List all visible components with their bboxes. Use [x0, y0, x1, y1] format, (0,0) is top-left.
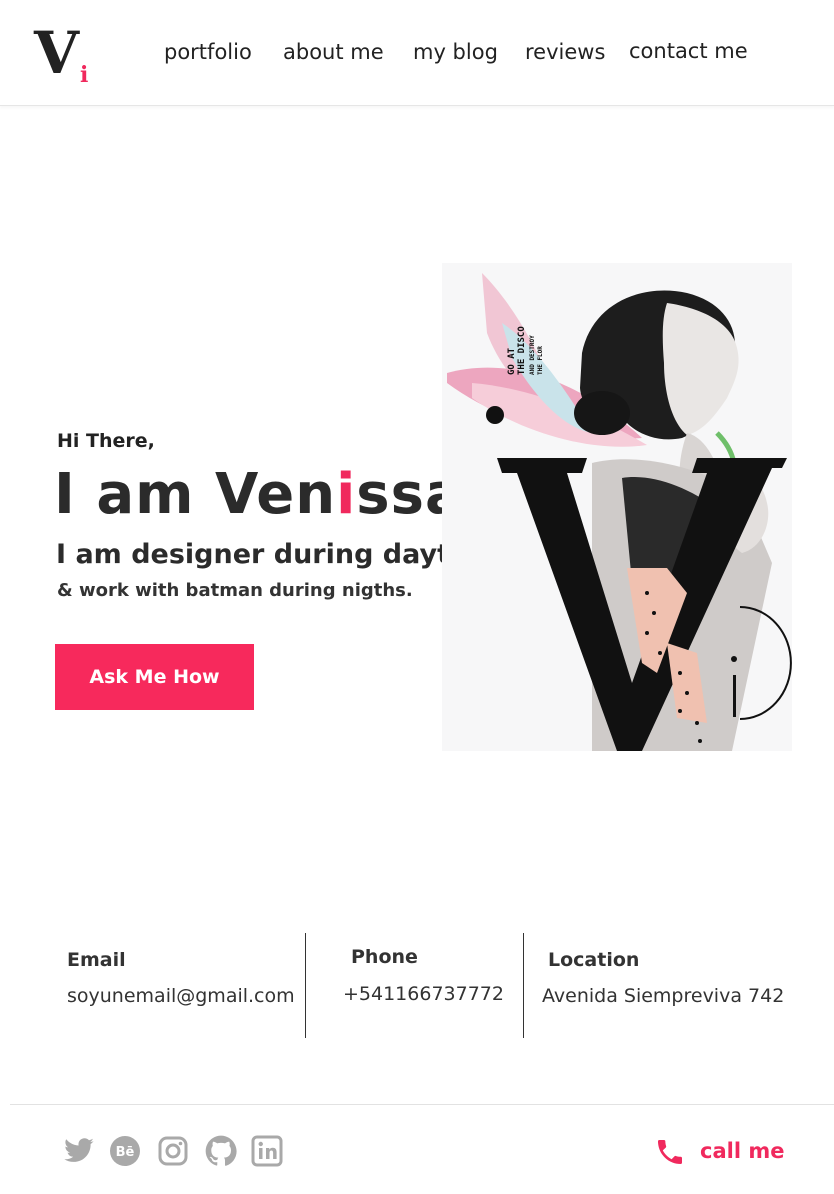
hero-portrait-image: GO AT THE DISCO AND DESTROY THE FLOR	[442, 263, 792, 751]
svg-text:Bē: Bē	[116, 1145, 135, 1160]
nav-about-me[interactable]: about me	[283, 40, 384, 64]
email-value[interactable]: soyunemail@gmail.com	[67, 985, 295, 1007]
location-label: Location	[548, 949, 640, 971]
hero-name-prefix: I am Ven	[54, 462, 337, 527]
behance-icon[interactable]: Bē	[109, 1135, 141, 1167]
nav-portfolio[interactable]: portfolio	[164, 40, 252, 64]
hero-greeting: Hi There,	[57, 430, 155, 452]
hero-subline: & work with batman during nigths.	[57, 580, 413, 601]
github-icon[interactable]	[205, 1135, 237, 1167]
site-header: V i portfolio about me my blog reviews c…	[0, 0, 834, 106]
nav-my-blog[interactable]: my blog	[413, 40, 498, 64]
linkedin-icon[interactable]	[251, 1135, 283, 1167]
divider	[523, 933, 524, 1038]
email-label: Email	[67, 949, 126, 971]
logo[interactable]: V i	[34, 24, 96, 88]
phone-label: Phone	[351, 946, 418, 968]
footer-divider	[10, 1104, 834, 1105]
nav-contact-me[interactable]: contact me	[629, 39, 748, 63]
nav-reviews[interactable]: reviews	[525, 40, 605, 64]
poster-text-2: THE DISCO	[517, 326, 527, 375]
location-value: Avenida Siempreviva 742	[542, 985, 785, 1007]
contact-info: Email soyunemail@gmail.com Phone +541166…	[0, 930, 834, 1040]
ask-me-how-button[interactable]: Ask Me How	[55, 644, 254, 710]
poster-text-3: AND DESTROY	[529, 335, 536, 375]
poster-text-4: THE FLOR	[537, 346, 544, 375]
phone-icon	[658, 1140, 682, 1164]
divider	[305, 933, 306, 1038]
twitter-icon[interactable]	[63, 1135, 95, 1167]
hero-name-accent: i	[336, 462, 357, 527]
logo-accent: i	[80, 62, 89, 88]
phone-value[interactable]: +541166737772	[343, 983, 504, 1005]
hero-name: I am Venissa	[54, 462, 464, 527]
instagram-icon[interactable]	[157, 1135, 189, 1167]
hero-tagline: I am designer during daytime	[56, 539, 506, 570]
call-me-label: call me	[700, 1139, 785, 1163]
call-me-button[interactable]: call me	[654, 1136, 784, 1168]
poster-text-1: GO AT	[507, 347, 517, 375]
logo-letter: V	[34, 19, 80, 87]
